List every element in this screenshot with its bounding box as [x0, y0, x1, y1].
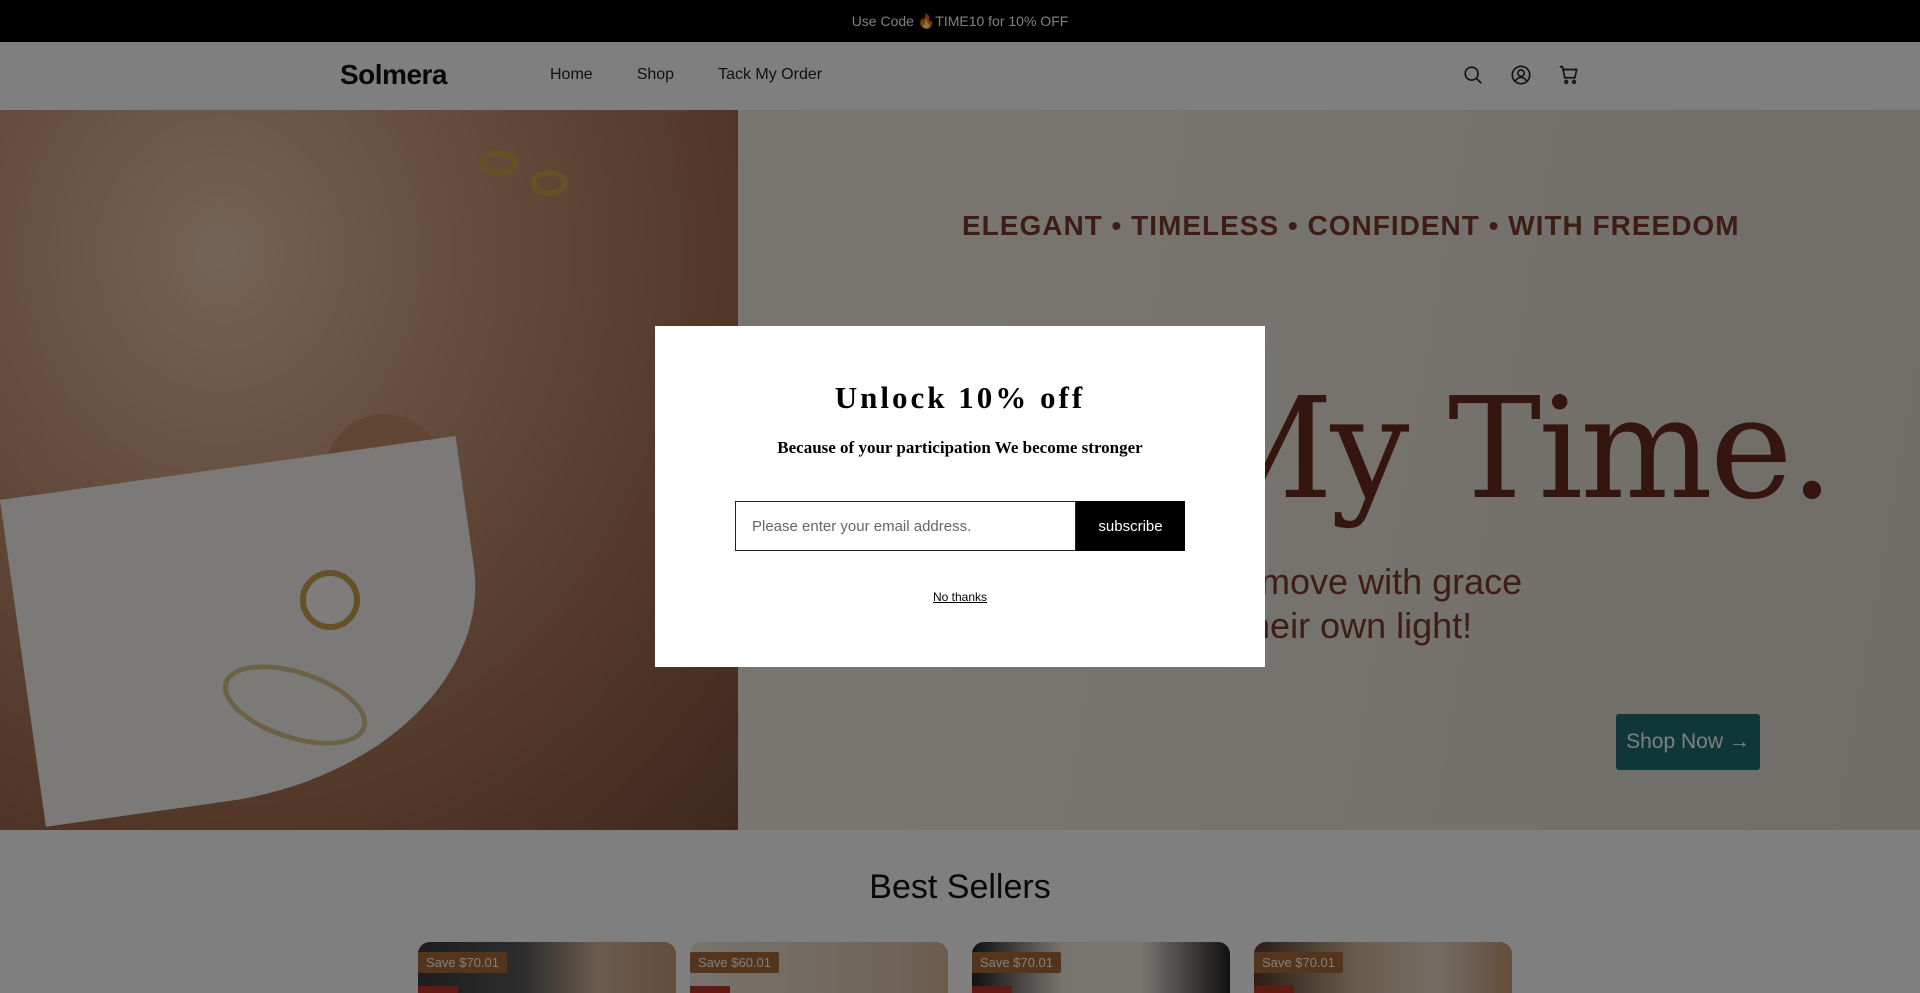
- discount-popup: Unlock 10% off Because of your participa…: [655, 326, 1265, 667]
- no-thanks-link[interactable]: No thanks: [655, 590, 1265, 604]
- popup-title: Unlock 10% off: [834, 380, 1086, 415]
- popup-subtitle: Because of your participation We become …: [777, 438, 1143, 457]
- subscribe-button[interactable]: subscribe: [1076, 501, 1185, 551]
- email-input[interactable]: [735, 501, 1076, 551]
